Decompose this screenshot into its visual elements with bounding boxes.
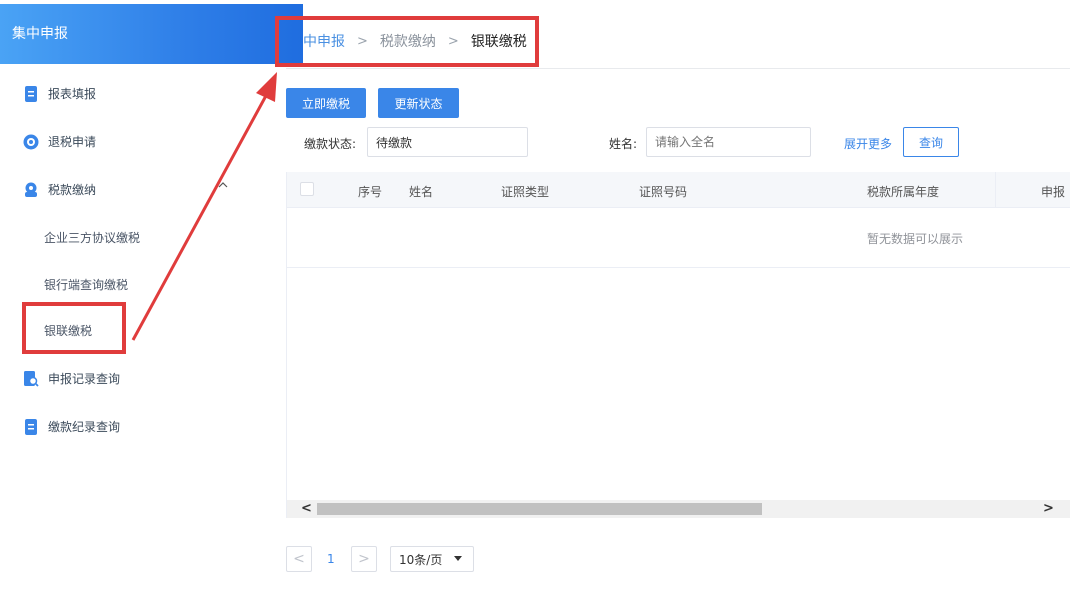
highlight-box-breadcrumb — [275, 16, 539, 67]
highlight-box-unionpay — [22, 302, 126, 354]
annotation-arrow-icon — [131, 72, 277, 341]
